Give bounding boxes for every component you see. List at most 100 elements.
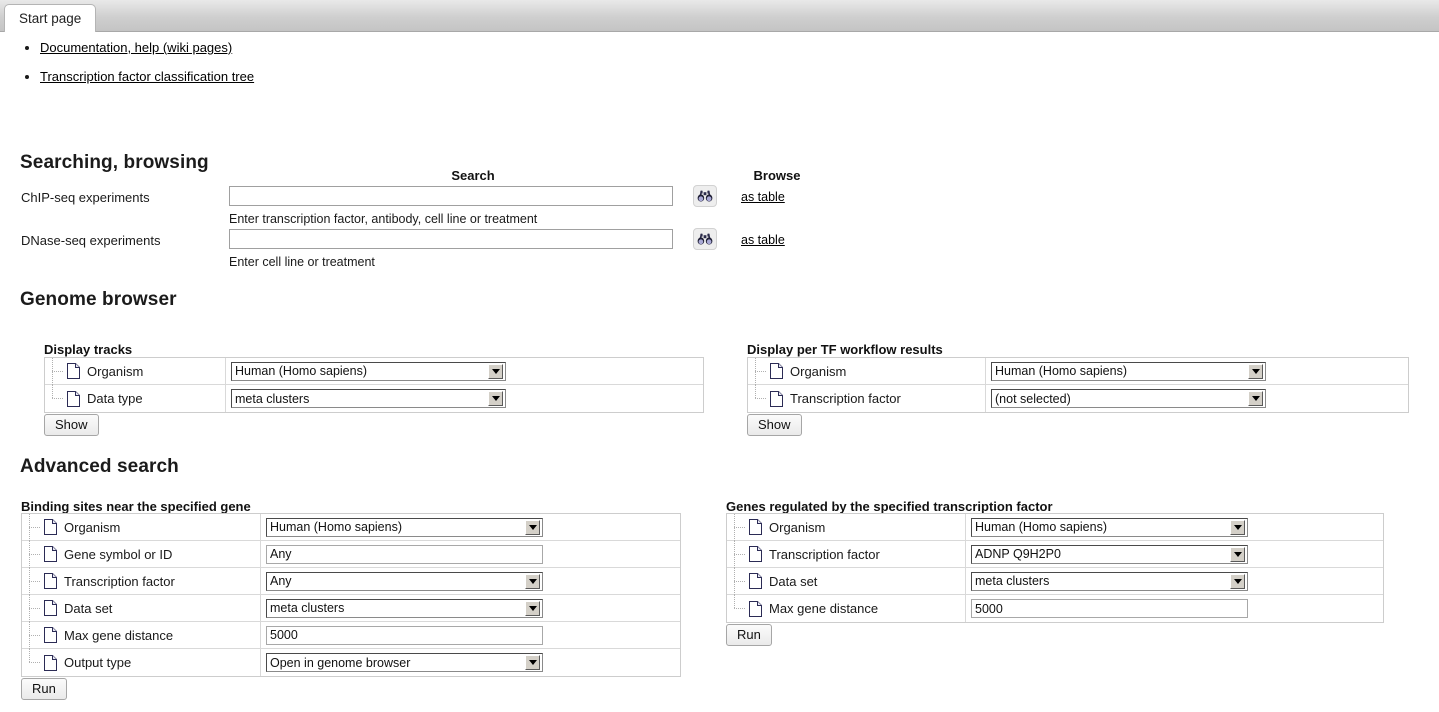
hint-dnaseseq: Enter cell line or treatment [229, 255, 375, 269]
select-value: meta clusters [270, 601, 345, 615]
row-label-cell: Organism [45, 357, 226, 385]
list-item: Documentation, help (wiki pages) [40, 40, 700, 55]
subheading-display-tracks: Display tracks [44, 342, 133, 357]
link-tf-classification-tree[interactable]: Transcription factor classification tree [40, 69, 254, 84]
run-button-genes-regulated[interactable]: Run [726, 624, 772, 646]
row-label-cell: Transcription factor [727, 540, 966, 568]
document-icon [749, 600, 762, 617]
table-row: Transcription factor Any [22, 567, 680, 595]
tree-connector [22, 594, 44, 622]
row-label-cell: Output type [22, 649, 261, 676]
select-organism-display-tracks[interactable]: Human (Homo sapiens) [231, 361, 506, 381]
label-chipseq-experiments: ChIP-seq experiments [21, 190, 150, 205]
row-label: Transcription factor [64, 573, 175, 589]
table-row: Transcription factor ADNP Q9H2P0 [727, 540, 1383, 568]
row-label: Organism [769, 519, 826, 535]
chevron-down-icon[interactable] [1230, 573, 1245, 589]
select-transcription-factor-binding-sites[interactable]: Any [266, 571, 543, 591]
row-label-cell: Gene symbol or ID [22, 540, 261, 568]
table-row: Max gene distance 5000 [22, 621, 680, 649]
document-icon [44, 546, 57, 562]
chevron-down-icon[interactable] [1248, 391, 1263, 406]
tree-connector [22, 540, 44, 568]
chevron-down-icon[interactable] [488, 363, 503, 379]
input-gene-symbol-or-id[interactable]: Any [266, 544, 543, 564]
select-value: Human (Homo sapiens) [975, 520, 1107, 534]
select-organism-per-tf[interactable]: Human (Homo sapiens) [991, 361, 1266, 381]
select-value: Open in genome browser [270, 655, 411, 670]
run-button-binding-sites[interactable]: Run [21, 678, 67, 700]
document-icon [749, 519, 762, 535]
binoculars-icon-chipseq[interactable] [693, 185, 717, 207]
chevron-down-icon[interactable] [525, 655, 540, 670]
subheading-display-per-tf: Display per TF workflow results [747, 342, 943, 357]
row-label-cell: Max gene distance [727, 595, 966, 622]
chevron-down-icon[interactable] [1230, 519, 1245, 535]
document-icon [44, 573, 57, 589]
row-value-cell: Human (Homo sapiens) [966, 514, 1383, 540]
chevron-down-icon[interactable] [1248, 363, 1263, 379]
show-button-display-tracks[interactable]: Show [44, 414, 99, 436]
chevron-down-icon[interactable] [488, 391, 503, 406]
link-documentation[interactable]: Documentation, help (wiki pages) [40, 40, 232, 55]
link-browse-chipseq-as-table[interactable]: as table [741, 190, 785, 204]
show-button-per-tf[interactable]: Show [747, 414, 802, 436]
tree-connector [22, 621, 44, 649]
row-value-cell: Any [261, 541, 680, 567]
input-value: 5000 [975, 601, 1003, 616]
input-max-gene-distance-binding-sites[interactable]: 5000 [266, 625, 543, 645]
row-label: Organism [64, 519, 121, 535]
subheading-binding-sites: Binding sites near the specified gene [21, 499, 251, 514]
chevron-down-icon[interactable] [525, 600, 540, 616]
select-output-type[interactable]: Open in genome browser [266, 653, 543, 672]
row-value-cell: 5000 [261, 622, 680, 648]
row-label: Transcription factor [769, 546, 880, 562]
search-input-dnaseseq[interactable] [229, 229, 673, 249]
binoculars-icon-dnaseseq[interactable] [693, 228, 717, 250]
select-data-set-genes-regulated[interactable]: meta clusters [971, 571, 1248, 591]
select-value: Human (Homo sapiens) [235, 364, 367, 378]
tree-connector [748, 385, 770, 412]
select-value: (not selected) [995, 391, 1071, 406]
page-title-genome-browser: Genome browser [20, 289, 177, 310]
select-organism-genes-regulated[interactable]: Human (Homo sapiens) [971, 517, 1248, 537]
table-display-per-tf: Organism Human (Homo sapiens) Transcript… [747, 357, 1409, 413]
select-transcription-factor-per-tf[interactable]: (not selected) [991, 389, 1266, 408]
link-browse-dnaseseq-as-table[interactable]: as table [741, 233, 785, 247]
select-transcription-factor-genes-regulated[interactable]: ADNP Q9H2P0 [971, 544, 1248, 564]
row-label: Transcription factor [790, 391, 901, 406]
tree-connector [22, 649, 44, 676]
row-label: Data set [769, 573, 818, 589]
table-row: Organism Human (Homo sapiens) [727, 513, 1383, 541]
input-max-gene-distance-genes-regulated[interactable]: 5000 [971, 599, 1248, 618]
select-value: Human (Homo sapiens) [995, 364, 1127, 378]
row-value-cell: Open in genome browser [261, 649, 680, 676]
select-data-set-binding-sites[interactable]: meta clusters [266, 598, 543, 618]
row-label-cell: Data type [45, 385, 226, 412]
row-label: Data type [87, 391, 143, 406]
search-input-chipseq[interactable] [229, 186, 673, 206]
select-data-type-display-tracks[interactable]: meta clusters [231, 389, 506, 408]
document-icon [749, 573, 762, 589]
row-label-cell: Data set [22, 594, 261, 622]
table-row: Organism Human (Homo sapiens) [748, 357, 1408, 385]
row-value-cell: meta clusters [261, 595, 680, 621]
row-label: Organism [87, 363, 144, 379]
chevron-down-icon[interactable] [1230, 546, 1245, 562]
top-links-list: Documentation, help (wiki pages) Transcr… [0, 40, 700, 84]
tab-bar: Start page [0, 0, 1439, 32]
select-organism-binding-sites[interactable]: Human (Homo sapiens) [266, 517, 543, 537]
row-label: Max gene distance [64, 627, 174, 643]
tree-connector [22, 567, 44, 595]
table-binding-sites: Organism Human (Homo sapiens) Gene symbo… [21, 513, 681, 677]
tree-connector [45, 385, 67, 412]
tab-start-page[interactable]: Start page [4, 4, 97, 32]
chevron-down-icon[interactable] [525, 519, 540, 535]
top-links: Documentation, help (wiki pages) Transcr… [0, 40, 700, 98]
select-value: meta clusters [975, 574, 1050, 588]
document-icon [44, 654, 57, 671]
chevron-down-icon[interactable] [525, 573, 540, 589]
table-row: Gene symbol or ID Any [22, 540, 680, 568]
label-dnaseseq-experiments: DNase-seq experiments [21, 233, 161, 248]
row-label-cell: Data set [727, 567, 966, 595]
